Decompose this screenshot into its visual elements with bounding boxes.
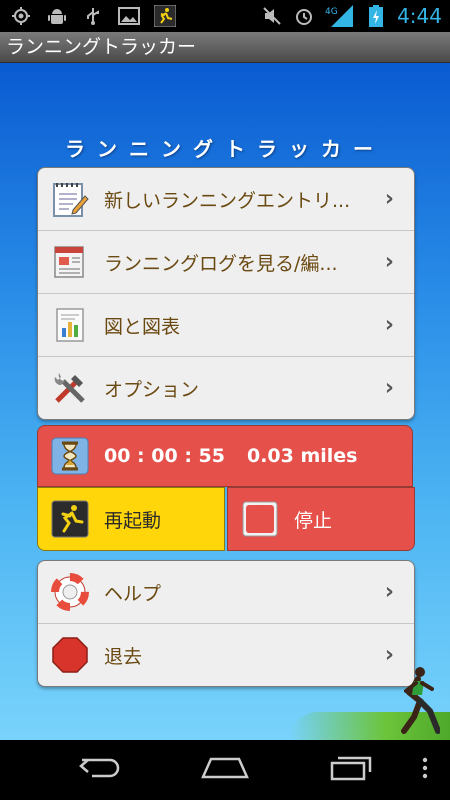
menu-label: 新しいランニングエントリ... — [104, 189, 351, 212]
overflow-menu-icon — [422, 757, 428, 783]
app-title: ランニングトラッカー — [6, 36, 197, 58]
stop-label: 停止 — [294, 509, 333, 532]
alarm-icon — [293, 5, 315, 27]
app-title-bar: ランニングトラッカー — [0, 32, 450, 63]
back-button[interactable] — [70, 740, 130, 800]
chart-document-icon — [50, 305, 90, 345]
menu-item-charts[interactable]: 図と図表 › — [38, 294, 414, 357]
home-icon — [201, 757, 249, 783]
menu-item-exit[interactable]: 退去 › — [38, 624, 414, 686]
lifebuoy-icon — [50, 572, 90, 612]
signal-icon: 4G — [325, 5, 355, 27]
navigation-bar — [0, 740, 450, 800]
menu-item-new-entry[interactable]: 新しいランニングエントリ... › — [38, 168, 414, 231]
menu-label: ヘルプ — [104, 582, 162, 605]
chevron-right-icon: › — [384, 642, 394, 668]
log-document-icon — [50, 242, 90, 282]
menu-item-view-log[interactable]: ランニングログを見る/編... › — [38, 231, 414, 294]
menu-label: 退去 — [104, 645, 143, 668]
stop-sign-icon — [50, 635, 90, 675]
mute-icon — [261, 5, 283, 27]
restart-label: 再起動 — [104, 509, 162, 532]
distance-readout: 0.03 miles — [246, 445, 358, 467]
network-type-label: 4G — [325, 7, 338, 17]
stop-button[interactable]: 停止 — [227, 487, 415, 551]
android-debug-icon — [46, 5, 68, 27]
main-menu-panel: 新しいランニングエントリ... › ランニングログを見る/編... › 図と図表… — [37, 167, 415, 420]
gallery-icon — [118, 5, 140, 27]
menu-label: ランニングログを見る/編... — [104, 252, 338, 275]
runner-notification-icon — [154, 5, 176, 27]
run-tracker-panel: 00 : 00 : 55 0.03 miles 再起動 停止 — [37, 425, 415, 551]
overflow-menu-button[interactable] — [412, 740, 438, 800]
tracker-status-bar: 00 : 00 : 55 0.03 miles — [37, 425, 413, 487]
chevron-right-icon: › — [384, 375, 394, 401]
menu-label: 図と図表 — [104, 315, 181, 338]
menu-item-help[interactable]: ヘルプ › — [38, 561, 414, 624]
app-banner: ランニングトラッカー — [65, 137, 385, 161]
recent-apps-icon — [330, 755, 374, 785]
stop-square-icon — [240, 499, 280, 539]
chevron-right-icon: › — [384, 579, 394, 605]
chevron-right-icon: › — [384, 186, 394, 212]
runner-illustration — [401, 667, 440, 734]
secondary-menu-panel: ヘルプ › 退去 › — [37, 560, 415, 687]
hourglass-icon — [50, 436, 90, 476]
clock-time: 4:44 — [397, 4, 442, 28]
chevron-right-icon: › — [384, 249, 394, 275]
restart-button[interactable]: 再起動 — [37, 487, 225, 551]
menu-item-options[interactable]: オプション › — [38, 357, 414, 419]
runner-icon — [50, 499, 90, 539]
status-bar: 4G 4:44 — [0, 0, 450, 32]
usb-icon — [82, 5, 104, 27]
chevron-right-icon: › — [384, 312, 394, 338]
elapsed-timer: 00 : 00 : 55 — [104, 445, 225, 467]
tools-icon — [50, 368, 90, 408]
back-icon — [78, 756, 122, 784]
recent-apps-button[interactable] — [322, 740, 382, 800]
home-button[interactable] — [195, 740, 255, 800]
battery-charging-icon — [365, 5, 387, 27]
gps-icon — [10, 5, 32, 27]
notepad-icon — [50, 179, 90, 219]
menu-label: オプション — [104, 378, 200, 401]
main-content: ランニングトラッカー 新しいランニングエントリ... › ランニングログを見る/… — [0, 63, 450, 740]
